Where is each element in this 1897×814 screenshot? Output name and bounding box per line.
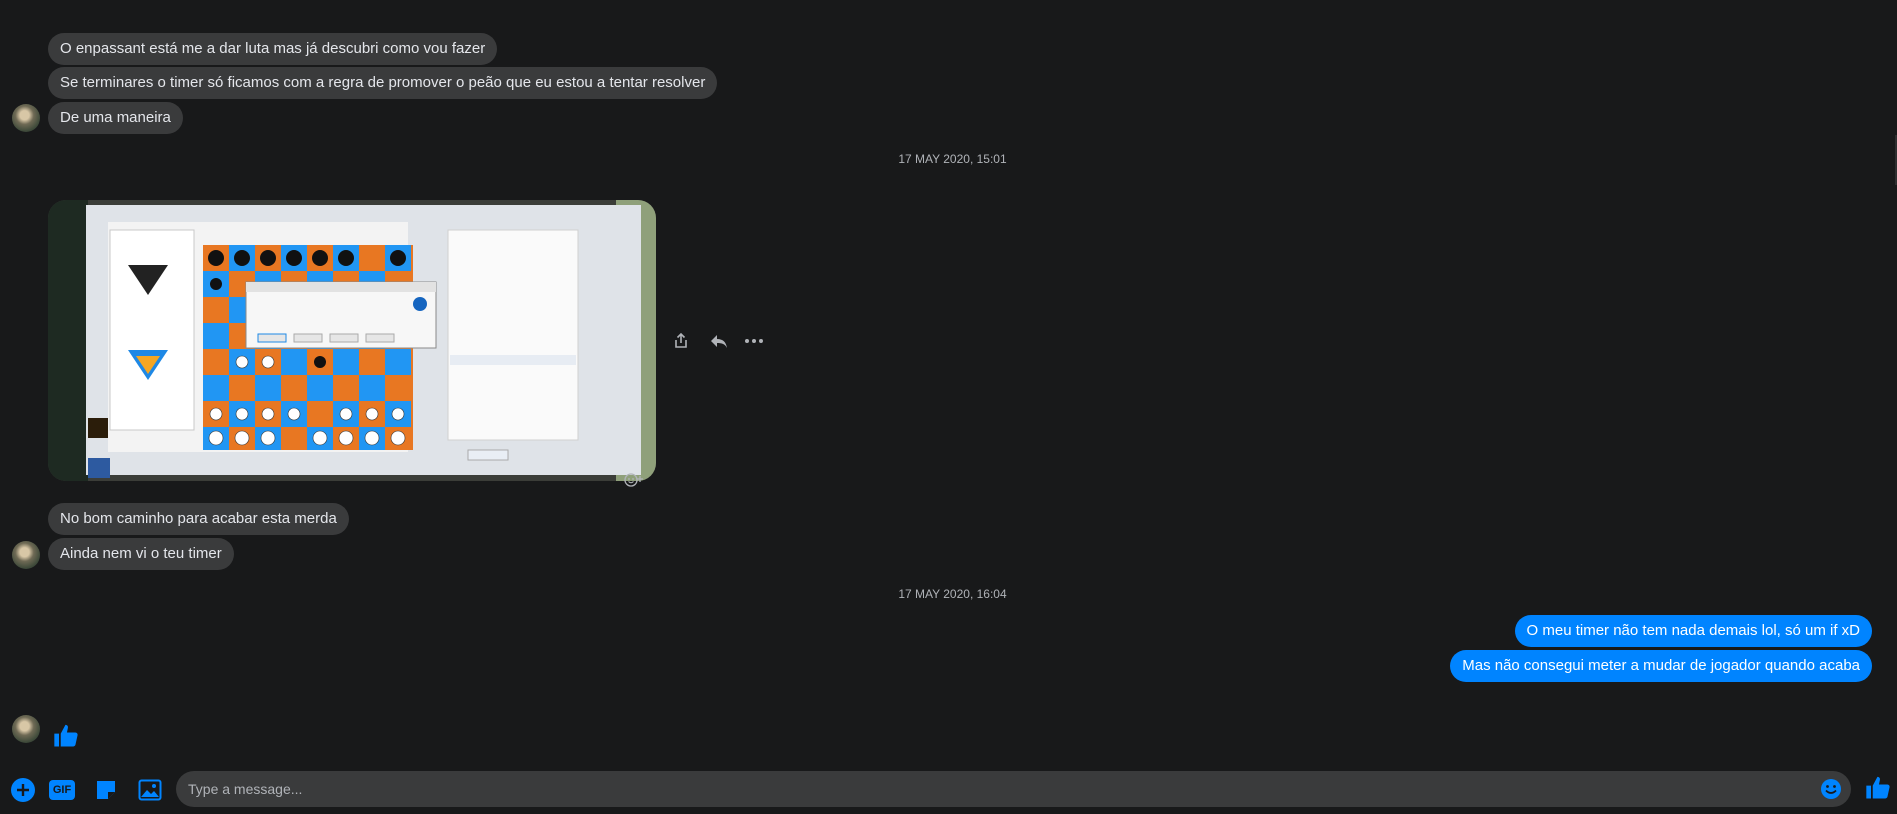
timestamp: 17 MAY 2020, 15:01 — [898, 152, 1007, 166]
chess-screenshot-photo — [48, 200, 656, 481]
timestamp: 17 MAY 2020, 16:04 — [898, 587, 1007, 601]
message-input[interactable]: Type a message... — [176, 771, 1851, 807]
more-icon[interactable] — [743, 330, 765, 352]
image-icon[interactable] — [137, 777, 163, 803]
message-bubble[interactable]: De uma maneira — [48, 102, 183, 134]
gif-icon[interactable]: GIF — [48, 777, 76, 803]
like-button[interactable] — [1864, 774, 1892, 802]
gif-label: GIF — [49, 780, 75, 800]
sticker-icon[interactable] — [93, 777, 119, 803]
photo-attachment[interactable] — [48, 200, 656, 481]
share-icon[interactable] — [670, 330, 692, 352]
message-bubble[interactable]: No bom caminho para acabar esta merda — [48, 503, 349, 535]
message-bubble[interactable]: O enpassant está me a dar luta mas já de… — [48, 33, 498, 65]
message-bubble[interactable]: O meu timer não tem nada demais lol, só … — [1514, 615, 1872, 647]
avatar[interactable] — [12, 104, 40, 132]
message-bubble[interactable]: Ainda nem vi o teu timer — [48, 538, 234, 570]
emoji-icon[interactable] — [1820, 778, 1842, 800]
message-bubble[interactable]: Mas não consegui meter a mudar de jogado… — [1450, 650, 1872, 682]
avatar[interactable] — [12, 715, 40, 743]
like-reaction-icon[interactable] — [52, 722, 80, 750]
message-input-placeholder: Type a message... — [188, 781, 303, 797]
reply-icon[interactable] — [708, 330, 730, 352]
message-bubble[interactable]: Se terminares o timer só ficamos com a r… — [48, 67, 718, 99]
add-reaction-icon[interactable] — [624, 472, 644, 488]
plus-icon[interactable] — [10, 777, 36, 803]
avatar[interactable] — [12, 541, 40, 569]
